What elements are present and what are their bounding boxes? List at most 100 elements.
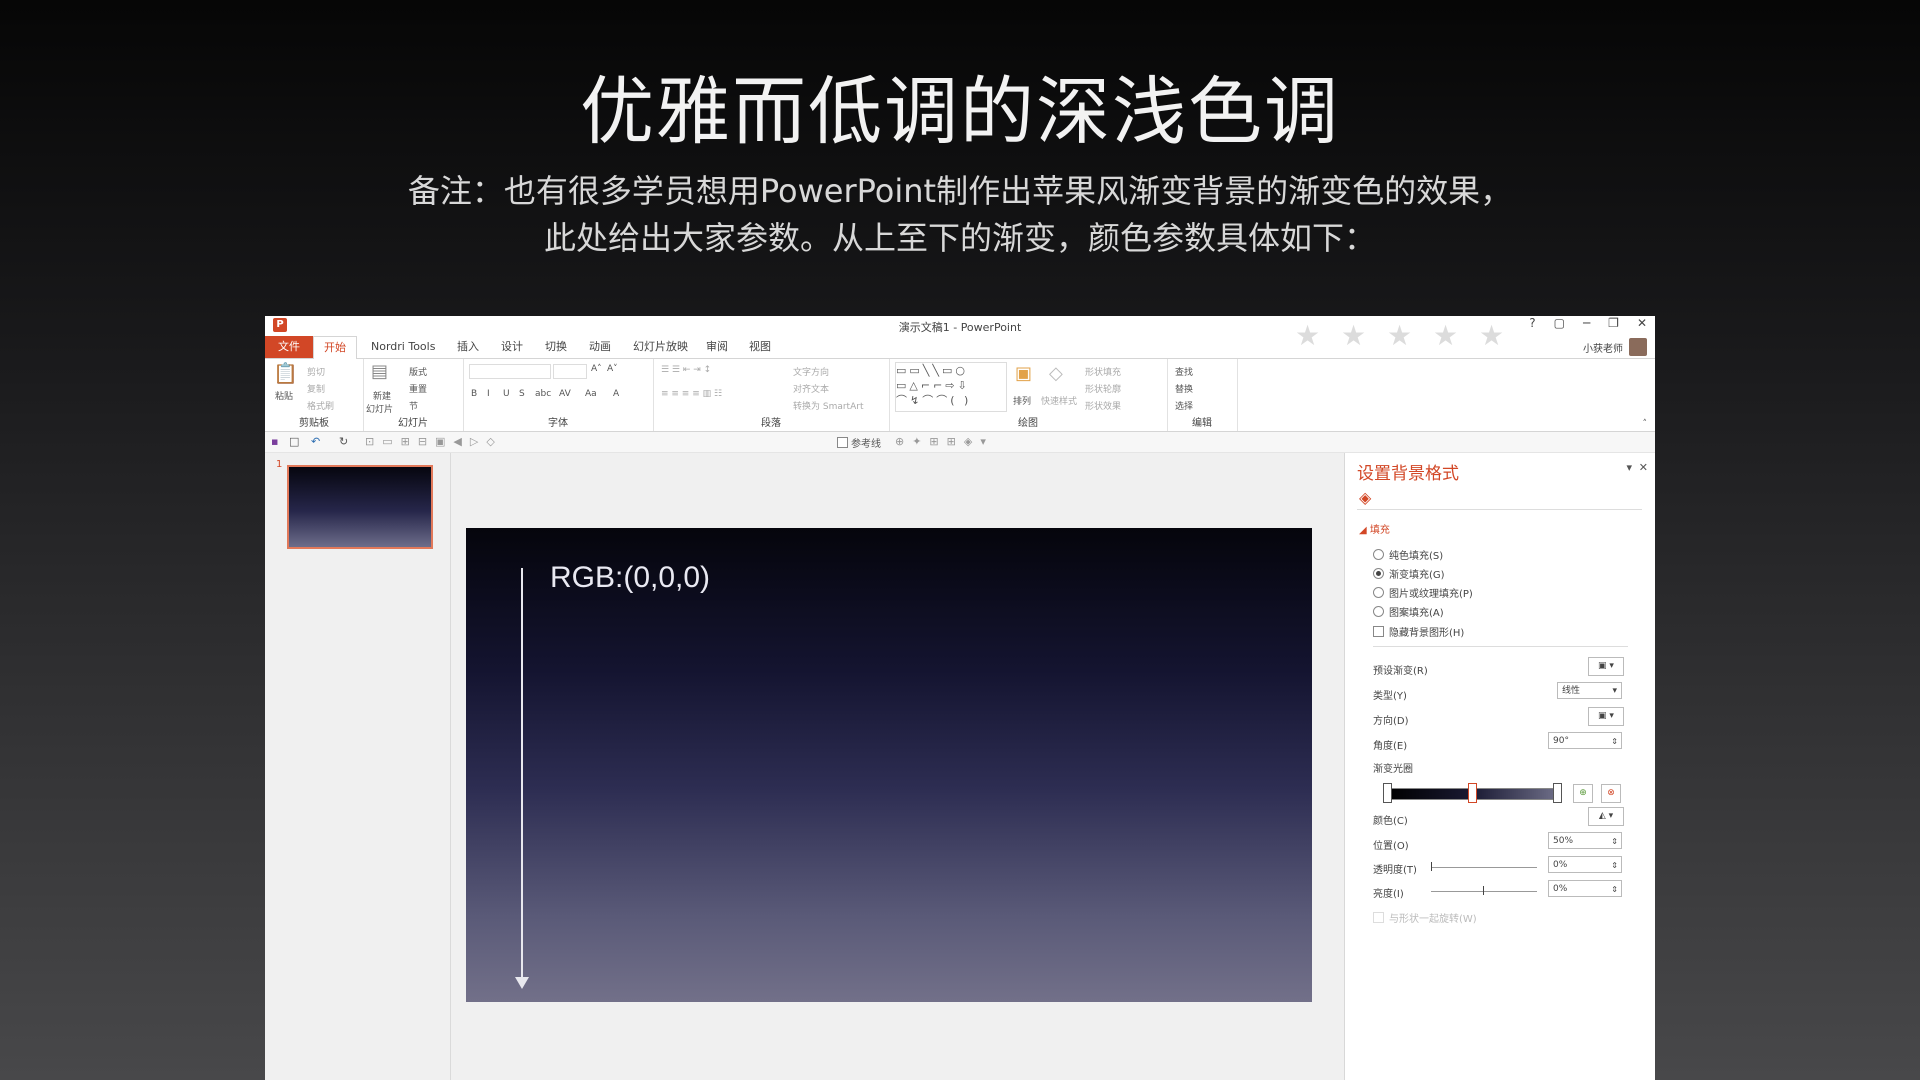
align-icons[interactable]: ≡ ≡ ≡ ≡ ▥ ☷ bbox=[661, 389, 722, 399]
slide-canvas[interactable]: RGB:(0,0,0) bbox=[466, 528, 1312, 1002]
ribbon-display-icon[interactable]: ▢ bbox=[1554, 316, 1565, 330]
radio-pattern[interactable] bbox=[1373, 606, 1384, 617]
format-painter-button[interactable]: 格式刷 bbox=[307, 399, 334, 412]
preset-gradient-dropdown[interactable]: ▣ ▾ bbox=[1588, 657, 1624, 676]
shape-effects-button[interactable]: 形状效果 bbox=[1085, 399, 1121, 412]
char-spacing-button[interactable]: AV bbox=[559, 389, 571, 399]
new-file-icon[interactable]: □ bbox=[289, 435, 299, 448]
new-slide-button[interactable]: 新建 bbox=[373, 389, 391, 402]
select-button[interactable]: 选择 bbox=[1175, 399, 1193, 412]
gradient-stop-3[interactable] bbox=[1553, 783, 1562, 803]
paste-button[interactable]: 粘贴 bbox=[275, 389, 293, 402]
smartart-button[interactable]: 转换为 SmartArt bbox=[793, 399, 863, 412]
paste-icon[interactable]: 📋 bbox=[273, 361, 298, 385]
position-input[interactable]: 50% ⇕ bbox=[1548, 832, 1622, 849]
radio-picture[interactable] bbox=[1373, 587, 1384, 598]
arrange-button[interactable]: 排列 bbox=[1013, 394, 1031, 407]
save-icon[interactable]: ▪ bbox=[271, 435, 278, 448]
tab-insert[interactable]: 插入 bbox=[457, 336, 479, 358]
pane-options-icon[interactable]: ▾ bbox=[1626, 461, 1632, 474]
remove-stop-icon[interactable]: ⊗ bbox=[1601, 784, 1621, 803]
guides-toggle[interactable]: 参考线 bbox=[837, 435, 881, 450]
bullets-icon[interactable]: ☰ ☰ ⇤ ⇥ ↕ bbox=[661, 365, 711, 375]
font-size-dropdown[interactable] bbox=[553, 364, 587, 379]
italic-button[interactable]: I bbox=[487, 389, 490, 399]
shape-outline-button[interactable]: 形状轮廓 bbox=[1085, 382, 1121, 395]
strikethrough-button[interactable]: abc bbox=[535, 389, 551, 399]
fill-option-pattern[interactable]: 图案填充(A) bbox=[1373, 604, 1444, 619]
spinner-icon[interactable]: ⇕ bbox=[1611, 733, 1618, 750]
transparency-slider[interactable] bbox=[1431, 867, 1537, 868]
find-button[interactable]: 查找 bbox=[1175, 365, 1193, 378]
tab-view[interactable]: 视图 bbox=[749, 336, 771, 358]
gradient-stop-1[interactable] bbox=[1383, 783, 1392, 803]
color-picker-button[interactable]: ◭ ▾ bbox=[1588, 807, 1624, 826]
tab-review[interactable]: 审阅 bbox=[706, 336, 728, 358]
guides-checkbox[interactable] bbox=[837, 437, 848, 448]
layout-button[interactable]: 版式 bbox=[409, 365, 427, 378]
angle-input[interactable]: 90° ⇕ bbox=[1548, 732, 1622, 749]
fill-option-gradient[interactable]: 渐变填充(G) bbox=[1373, 566, 1445, 581]
bold-button[interactable]: B bbox=[471, 389, 477, 399]
qat-more-icons[interactable]: ⊕✦⊞⊞◈▾ bbox=[895, 435, 994, 448]
align-text-button[interactable]: 对齐文本 bbox=[793, 382, 829, 395]
tab-file[interactable]: 文件 bbox=[265, 336, 313, 358]
tab-animations[interactable]: 动画 bbox=[589, 336, 611, 358]
collapse-ribbon-icon[interactable]: ˄ bbox=[1643, 419, 1648, 429]
close-icon[interactable]: ✕ bbox=[1637, 316, 1647, 330]
fill-bucket-icon[interactable]: ◈ bbox=[1359, 488, 1377, 507]
transparency-input[interactable]: 0% ⇕ bbox=[1548, 856, 1622, 873]
change-case-button[interactable]: Aa bbox=[585, 389, 597, 399]
slide-thumbnail[interactable] bbox=[287, 465, 433, 549]
tab-transitions[interactable]: 切换 bbox=[545, 336, 567, 358]
text-direction-button[interactable]: 文字方向 bbox=[793, 365, 829, 378]
replace-button[interactable]: 替换 bbox=[1175, 382, 1193, 395]
shapes-gallery[interactable]: ▭▭╲╲▭○ ▭△⌐⌐⇨⇩ ⌒↯⌒⌒( ) bbox=[895, 362, 1007, 412]
type-dropdown[interactable]: 线性 ▾ bbox=[1557, 682, 1622, 699]
hide-background-option[interactable]: 隐藏背景图形(H) bbox=[1373, 624, 1464, 639]
spinner-icon[interactable]: ⇕ bbox=[1611, 857, 1618, 874]
transparency-slider-thumb[interactable] bbox=[1431, 862, 1432, 871]
qat-tools-icons[interactable]: ⊡▭⊞⊟▣◀▷◇ bbox=[365, 435, 503, 448]
fill-option-picture[interactable]: 图片或纹理填充(P) bbox=[1373, 585, 1473, 600]
quick-styles-button[interactable]: 快速样式 bbox=[1041, 394, 1077, 407]
rotate-with-shape-option[interactable]: 与形状一起旋转(W) bbox=[1373, 910, 1477, 925]
brightness-slider[interactable] bbox=[1431, 891, 1537, 892]
rotate-checkbox[interactable] bbox=[1373, 912, 1384, 923]
reset-button[interactable]: 重置 bbox=[409, 382, 427, 395]
cut-button[interactable]: 剪切 bbox=[307, 365, 325, 378]
hide-bg-checkbox[interactable] bbox=[1373, 626, 1384, 637]
font-color-button[interactable]: A bbox=[613, 389, 619, 399]
copy-button[interactable]: 复制 bbox=[307, 382, 325, 395]
add-stop-icon[interactable]: ⊕ bbox=[1573, 784, 1593, 803]
radio-solid[interactable] bbox=[1373, 549, 1384, 560]
pane-close-icon[interactable]: ✕ bbox=[1639, 461, 1648, 474]
brightness-input[interactable]: 0% ⇕ bbox=[1548, 880, 1622, 897]
font-name-dropdown[interactable] bbox=[469, 364, 551, 379]
spinner-icon[interactable]: ⇕ bbox=[1611, 881, 1618, 898]
shrink-font-button[interactable]: A˅ bbox=[607, 364, 618, 374]
restore-icon[interactable]: ❐ bbox=[1608, 316, 1619, 330]
minimize-icon[interactable]: ─ bbox=[1583, 316, 1590, 330]
spinner-icon[interactable]: ⇕ bbox=[1611, 833, 1618, 850]
quick-styles-icon[interactable]: ◇ bbox=[1049, 363, 1063, 384]
user-account[interactable]: 小获老师 bbox=[1583, 338, 1647, 356]
fill-section-header[interactable]: ◢ 填充 bbox=[1359, 521, 1390, 536]
new-slide-icon[interactable]: ▤ bbox=[371, 361, 388, 382]
fill-option-solid[interactable]: 纯色填充(S) bbox=[1373, 547, 1443, 562]
brightness-slider-thumb[interactable] bbox=[1483, 886, 1484, 895]
underline-button[interactable]: U bbox=[503, 389, 510, 399]
radio-gradient[interactable] bbox=[1373, 568, 1384, 579]
undo-icon[interactable]: ↶ bbox=[311, 435, 320, 448]
tab-nordri-tools[interactable]: Nordri Tools bbox=[371, 336, 435, 358]
tab-design[interactable]: 设计 bbox=[501, 336, 523, 358]
section-button[interactable]: 节 bbox=[409, 399, 418, 412]
grow-font-button[interactable]: A˄ bbox=[591, 364, 602, 374]
shape-fill-button[interactable]: 形状填充 bbox=[1085, 365, 1121, 378]
direction-dropdown[interactable]: ▣ ▾ bbox=[1588, 707, 1624, 726]
shadow-button[interactable]: S bbox=[519, 389, 525, 399]
tab-slideshow[interactable]: 幻灯片放映 bbox=[633, 336, 688, 358]
redo-icon[interactable]: ↻ bbox=[339, 435, 348, 448]
arrange-icon[interactable]: ▣ bbox=[1015, 363, 1032, 384]
tab-home[interactable]: 开始 bbox=[313, 336, 357, 360]
